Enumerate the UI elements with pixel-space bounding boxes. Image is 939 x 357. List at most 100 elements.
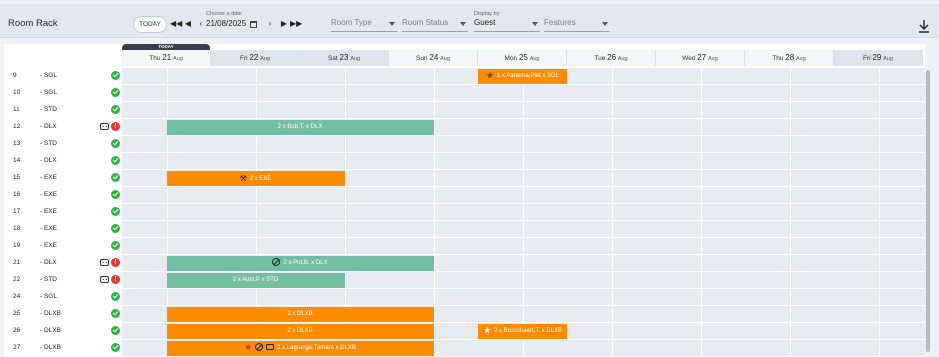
booking-bar[interactable]: 2 x DLXB <box>166 307 434 322</box>
room-label[interactable]: 9 - SGL <box>4 68 122 84</box>
day-divider <box>434 170 435 186</box>
booking-bar[interactable]: 2 x DLXB <box>166 324 434 339</box>
today-button[interactable]: TODAY <box>133 16 167 33</box>
robot-icon <box>100 123 109 130</box>
day-cells[interactable] <box>122 187 925 203</box>
room-label[interactable]: 14 - DLX <box>4 153 122 169</box>
day-divider <box>612 289 613 305</box>
day-cells[interactable] <box>122 221 925 237</box>
room-label[interactable]: 25 - DLXB <box>4 306 122 322</box>
day-cells[interactable] <box>122 204 925 220</box>
robot-icon <box>100 276 109 283</box>
room-label[interactable]: 24 - SGL <box>4 289 122 305</box>
day-divider <box>434 272 435 288</box>
day-divider <box>345 238 346 254</box>
room-type-select[interactable]: Room Type <box>331 18 397 32</box>
day-cells[interactable] <box>122 102 925 118</box>
room-status-select[interactable]: Room Status <box>402 18 468 32</box>
room-number: 13 <box>13 140 21 147</box>
day-divider <box>434 238 435 254</box>
room-label[interactable]: 13 - STD <box>4 136 122 152</box>
room-type: - STD <box>40 140 57 147</box>
day-divider <box>345 289 346 305</box>
chevron-right-icon[interactable]: › <box>264 17 276 31</box>
booking-bar[interactable]: 2 x Pot,B. x DLX <box>166 256 434 271</box>
day-divider <box>345 85 346 101</box>
room-number: 24 <box>13 293 21 300</box>
day-divider <box>701 255 702 271</box>
room-label[interactable]: 16 - EXE <box>4 187 122 203</box>
room-label[interactable]: 27 - DLXB <box>4 340 122 356</box>
booking-bar[interactable]: 2 x Bob,T. x DLX <box>166 120 434 135</box>
day-cells[interactable] <box>122 153 925 169</box>
day-divider <box>434 187 435 203</box>
day-cells[interactable] <box>122 136 925 152</box>
booking-bar[interactable]: ★ 2 x Lagrange,Tamara x DLXB <box>166 341 434 356</box>
day-cells[interactable] <box>122 289 925 305</box>
jump-back-icon[interactable]: ◀◀ <box>170 17 182 31</box>
day-divider <box>167 136 168 152</box>
day-cells[interactable] <box>122 85 925 101</box>
room-label[interactable]: 17 - EXE <box>4 204 122 220</box>
prev-icon[interactable]: ◀ <box>182 17 194 31</box>
room-row: 25 - DLXB 2 x DLXB <box>4 306 925 323</box>
day-divider <box>701 136 702 152</box>
day-divider <box>434 85 435 101</box>
day-divider <box>612 68 613 84</box>
day-divider <box>167 221 168 237</box>
room-row: 21 - DLX! 2 x Pot,B. x DLX <box>4 255 925 272</box>
booking-bar[interactable]: ⚒ 2 x EXE <box>166 171 345 186</box>
download-icon[interactable] <box>918 19 930 33</box>
room-label[interactable]: 15 - EXE <box>4 170 122 186</box>
jump-forward-icon[interactable]: ▶▶ <box>290 17 302 31</box>
day-divider <box>879 68 880 84</box>
room-label[interactable]: 26 - DLXB <box>4 323 122 339</box>
day-divider <box>612 153 613 169</box>
room-type: - SGL <box>40 89 57 96</box>
room-row: 11 - STD <box>4 102 925 119</box>
day-divider <box>701 272 702 288</box>
day-divider <box>612 204 613 220</box>
room-row: 27 - DLXB ★ 2 x Lagrange,Tamara x DLXB <box>4 340 925 357</box>
room-type: - DLXB <box>40 344 61 351</box>
next-icon[interactable]: ▶ <box>278 17 290 31</box>
room-label[interactable]: 18 - EXE <box>4 221 122 237</box>
day-divider <box>523 136 524 152</box>
day-divider <box>256 238 257 254</box>
room-label[interactable]: 21 - DLX! <box>4 255 122 271</box>
day-number: 25 <box>518 53 528 62</box>
day-month: Aug <box>795 56 806 62</box>
booking-bar[interactable]: ★ 2 x Bosschaert,T. x DLXB <box>478 324 567 339</box>
room-type: - SGL <box>40 293 57 300</box>
day-divider <box>434 323 435 339</box>
day-name: Mon <box>504 55 519 62</box>
room-label[interactable]: 22 - STD! <box>4 272 122 288</box>
calendar-icon[interactable] <box>250 21 257 28</box>
room-number: 19 <box>13 242 21 249</box>
day-divider <box>879 153 880 169</box>
room-label[interactable]: 10 - SGL <box>4 85 122 101</box>
day-divider <box>701 187 702 203</box>
vertical-scrollbar[interactable] <box>926 70 930 352</box>
room-number: 10 <box>13 89 21 96</box>
room-status-text: Room Status <box>402 18 449 27</box>
booking-bar[interactable]: ★ 1 x Aanema,Piet x SGL <box>478 69 567 84</box>
day-month: Aug <box>260 56 270 62</box>
room-type: - DLX <box>40 123 57 130</box>
day-cells[interactable] <box>122 238 925 254</box>
room-label[interactable]: 11 - STD <box>4 102 122 118</box>
no-entry-icon <box>272 258 281 267</box>
room-type: - SGL <box>40 72 57 79</box>
day-divider <box>790 119 791 135</box>
display-by-select[interactable]: Guest <box>474 18 540 32</box>
booking-bar[interactable]: 2 x Auto,P x STD <box>166 273 345 288</box>
room-label[interactable]: 12 - DLX! <box>4 119 122 135</box>
room-number: 11 <box>13 106 20 113</box>
page-title: Room Rack <box>8 18 58 29</box>
features-select[interactable]: Features <box>544 18 610 32</box>
day-month: Aug <box>707 56 718 62</box>
room-label[interactable]: 19 - EXE <box>4 238 122 254</box>
day-divider <box>612 221 613 237</box>
day-divider <box>701 204 702 220</box>
day-divider <box>879 221 880 237</box>
